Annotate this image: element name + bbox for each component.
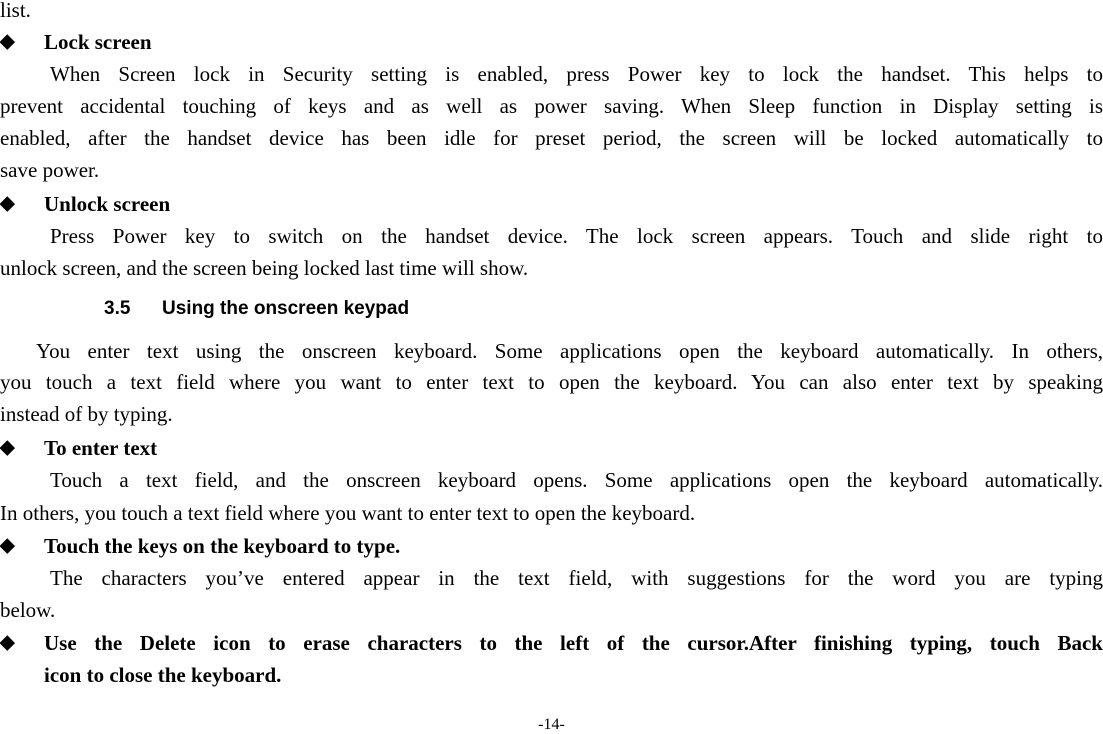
text-line: In others, you touch a text field where …: [0, 501, 696, 525]
text-line: enabled, after the handset device has be…: [0, 126, 1103, 150]
text-line: prevent accidental touching of keys and …: [0, 94, 1103, 118]
text-line: The characters you’ve entered appear in …: [50, 566, 1103, 590]
bullet-heading-text: Unlock screen: [44, 192, 171, 216]
text-line: save power.: [0, 158, 100, 182]
text-line: unlock screen, and the screen being lock…: [0, 256, 529, 280]
text-line: below.: [0, 598, 56, 622]
text-line: list.: [0, 0, 31, 22]
bullet-heading-continuation: icon to close the keyboard.: [44, 663, 282, 687]
diamond-bullet-icon: ◆: [0, 31, 15, 52]
text-line: Press Power key to switch on the handset…: [50, 224, 1103, 248]
bullet-heading-text: Lock screen: [44, 30, 152, 54]
section-title: Using the onscreen keypad: [162, 298, 410, 319]
section-number: 3.5: [104, 298, 131, 319]
bullet-heading-text: To enter text: [44, 436, 158, 460]
diamond-bullet-icon: ◆: [0, 632, 15, 653]
text-line: You enter text using the onscreen keyboa…: [36, 339, 1103, 363]
diamond-bullet-icon: ◆: [0, 535, 15, 556]
text-line: instead of by typing.: [0, 402, 173, 426]
bullet-heading-unlock-screen: ◆ Unlock screen: [0, 188, 1103, 220]
bullet-heading-text: Use the Delete icon to erase characters …: [44, 631, 1103, 655]
text-line: you touch a text field where you want to…: [0, 370, 1103, 394]
bullet-heading-text: Touch the keys on the keyboard to type.: [44, 534, 401, 558]
page-number: -14-: [538, 716, 565, 733]
bullet-heading-touch-keys: ◆ Touch the keys on the keyboard to type…: [0, 530, 1103, 562]
text-line: When Screen lock in Security setting is …: [50, 62, 1103, 86]
diamond-bullet-icon: ◆: [0, 193, 15, 214]
diamond-bullet-icon: ◆: [0, 437, 15, 458]
section-heading: 3.5 Using the onscreen keypad: [104, 295, 409, 323]
bullet-heading-lock-screen: ◆ Lock screen: [0, 26, 1103, 58]
text-line: Touch a text field, and the onscreen key…: [50, 468, 1103, 492]
bullet-heading-enter-text: ◆ To enter text: [0, 432, 1103, 464]
bullet-heading-delete-icon: ◆ Use the Delete icon to erase character…: [0, 627, 1103, 659]
